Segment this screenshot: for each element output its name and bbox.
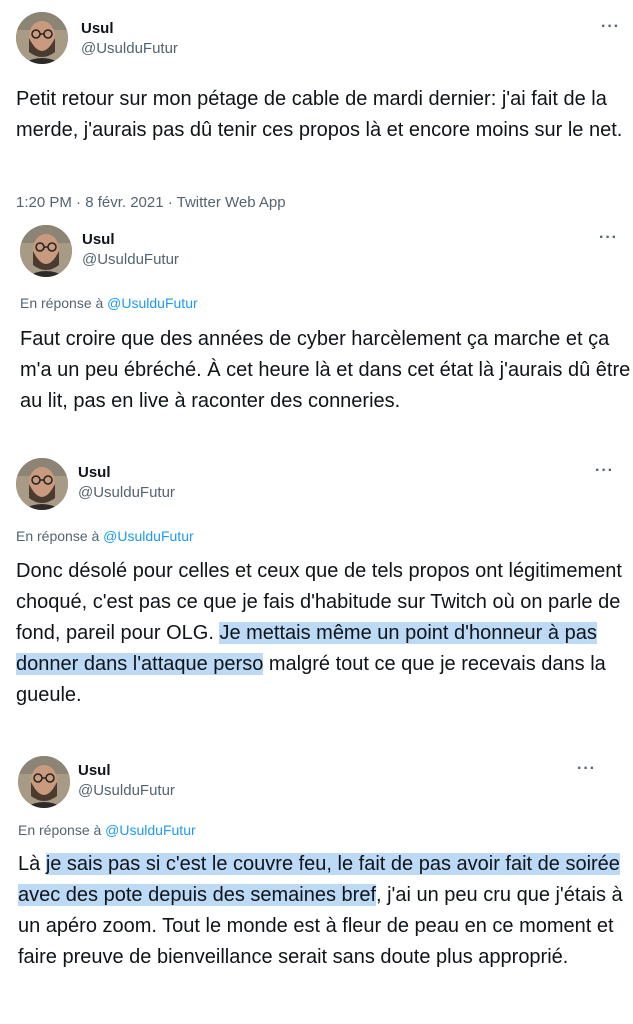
display-name[interactable]: Usul (78, 464, 111, 481)
avatar[interactable] (16, 12, 68, 64)
tweet-text: Faut croire que des années de cyber harc… (20, 324, 632, 417)
reply-mention-link[interactable]: @UsulduFutur (103, 528, 193, 544)
reply-context: En réponse à @UsulduFutur (18, 822, 196, 838)
tweet-3: Usul @UsulduFutur ··· En réponse à @Usul… (0, 458, 633, 753)
user-handle[interactable]: @UsulduFutur (78, 782, 175, 799)
more-options-icon[interactable]: ··· (577, 760, 596, 778)
tweet-text: Petit retour sur mon pétage de cable de … (16, 84, 628, 146)
tweet-text: Donc désolé pour celles et ceux que de t… (16, 556, 628, 711)
avatar[interactable] (20, 225, 72, 277)
reply-mention-link[interactable]: @UsulduFutur (107, 295, 197, 311)
tweet-1: Usul @UsulduFutur ··· Petit retour sur m… (0, 0, 633, 225)
more-options-icon[interactable]: ··· (595, 462, 614, 480)
user-handle[interactable]: @UsulduFutur (82, 251, 179, 268)
user-handle[interactable]: @UsulduFutur (81, 40, 178, 57)
reply-mention-link[interactable]: @UsulduFutur (105, 822, 195, 838)
user-handle[interactable]: @UsulduFutur (78, 484, 175, 501)
avatar[interactable] (16, 458, 68, 510)
reply-context: En réponse à @UsulduFutur (16, 528, 194, 544)
tweet-4: Usul @UsulduFutur ··· En réponse à @Usul… (0, 756, 633, 1024)
display-name[interactable]: Usul (81, 20, 114, 37)
more-options-icon[interactable]: ··· (599, 229, 618, 247)
display-name[interactable]: Usul (78, 762, 111, 779)
tweet-2: Usul @UsulduFutur ··· En réponse à @Usul… (0, 225, 633, 455)
tweet-text-segment: Là (18, 853, 46, 875)
reply-context: En réponse à @UsulduFutur (20, 295, 198, 311)
more-options-icon[interactable]: ··· (601, 18, 620, 36)
tweet-text-segment: Petit retour sur mon pétage de cable de … (16, 88, 623, 141)
avatar[interactable] (18, 756, 70, 808)
tweet-text: Là je sais pas si c'est le couvre feu, l… (18, 849, 630, 973)
tweet-text-segment: Faut croire que des années de cyber harc… (20, 328, 631, 412)
tweet-timestamp[interactable]: 1:20 PM · 8 févr. 2021 · Twitter Web App (16, 194, 286, 211)
display-name[interactable]: Usul (82, 231, 115, 248)
